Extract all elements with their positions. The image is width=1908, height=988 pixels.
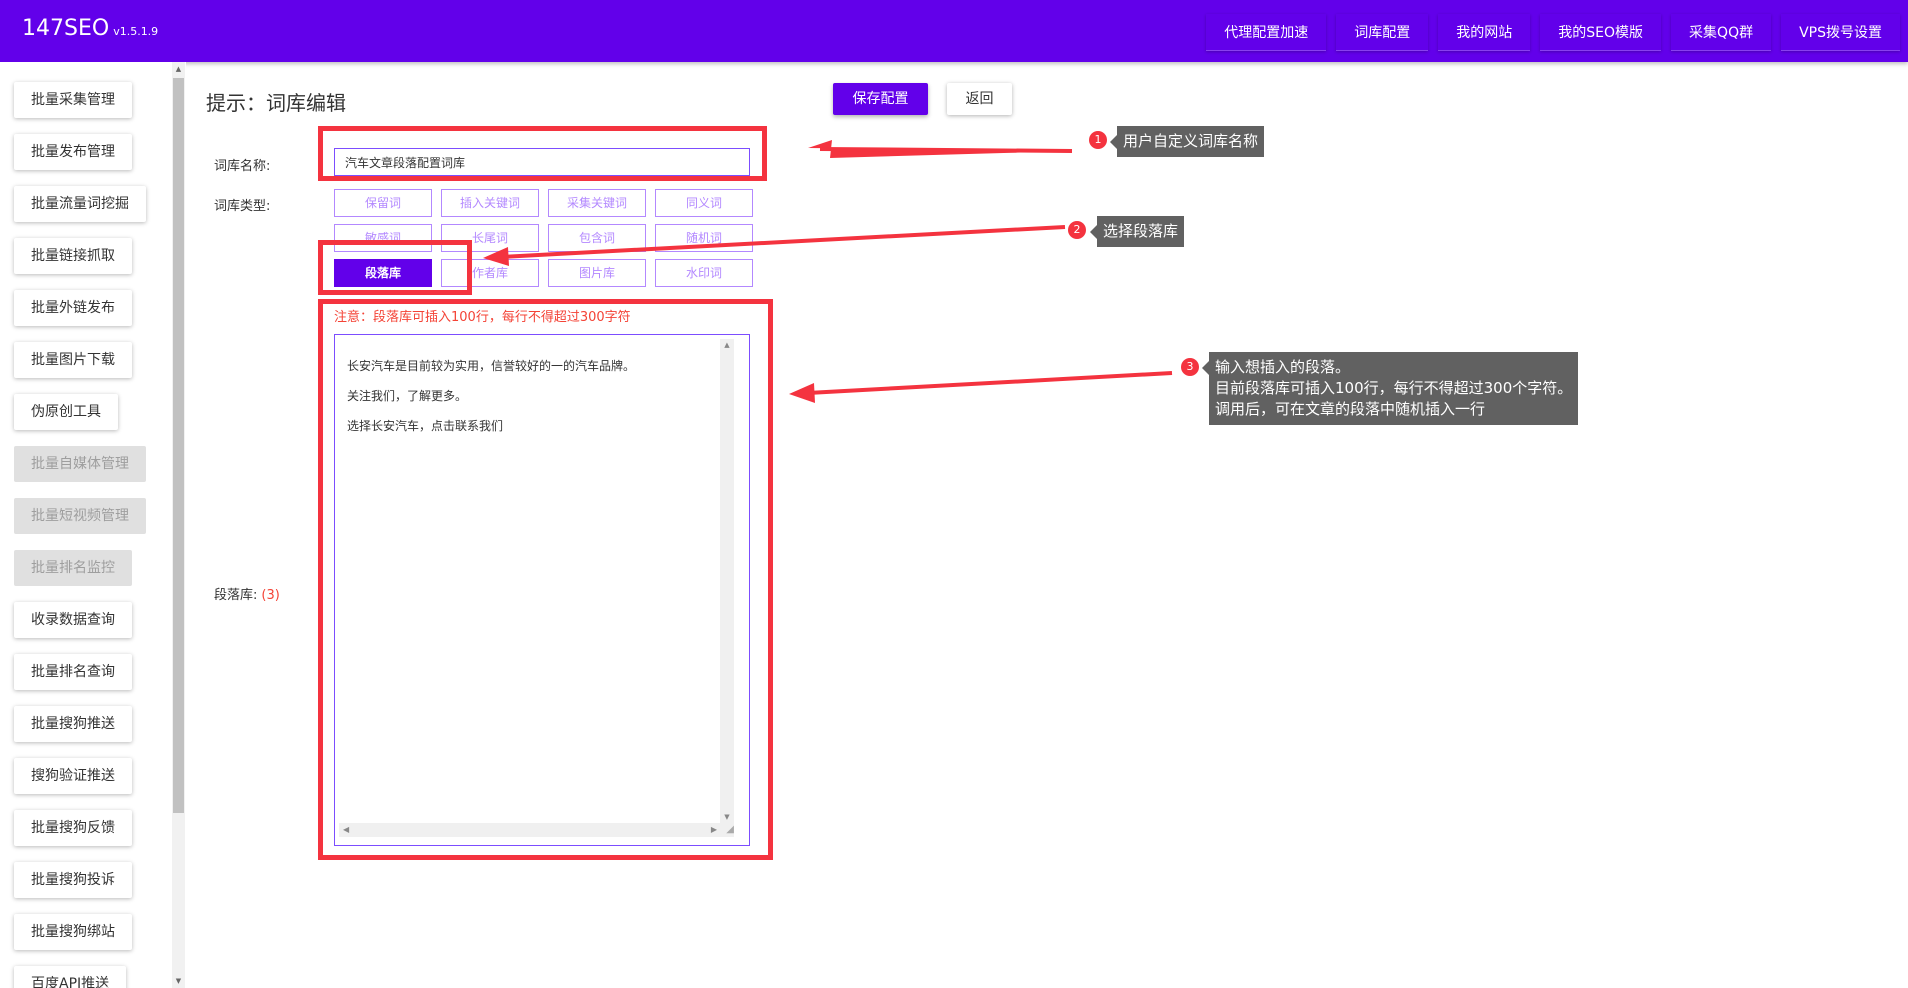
lexicon-type-label: 词库类型: (214, 199, 271, 214)
scroll-up-icon[interactable]: ▲ (172, 65, 185, 73)
sidebar-item-index-query[interactable]: 收录数据查询 (14, 602, 132, 638)
annotation-tip-2: 选择段落库 (1089, 216, 1185, 247)
tip-3-line: 目前段落库可插入100行，每行不得超过300个字符。 (1215, 379, 1573, 397)
type-image-library[interactable]: 图片库 (548, 259, 646, 287)
sidebar-item-sogou-push[interactable]: 批量搜狗推送 (14, 706, 132, 742)
brand-name: 147SEO (22, 16, 110, 41)
nav-qq-group[interactable]: 采集QQ群 (1671, 14, 1772, 51)
sidebar-item-image-download[interactable]: 批量图片下载 (14, 342, 132, 378)
top-app-bar: 147SEO v1.5.1.9 代理配置加速 词库配置 我的网站 我的SEO模版 … (0, 0, 1908, 62)
page-title: 提示：词库编辑 (206, 91, 346, 115)
arrow-to-name-input (808, 140, 1072, 158)
type-reserved-words[interactable]: 保留词 (334, 189, 432, 217)
nav-proxy-config[interactable]: 代理配置加速 (1206, 14, 1327, 51)
back-button[interactable]: 返回 (947, 83, 1012, 115)
sidebar-item-traffic-keywords[interactable]: 批量流量词挖掘 (14, 186, 146, 222)
sidebar-item-sogou-feedback[interactable]: 批量搜狗反馈 (14, 810, 132, 846)
sidebar-item-short-video: 批量短视频管理 (14, 498, 146, 534)
lexicon-name-label: 词库名称: (214, 159, 271, 174)
nav-seo-templates[interactable]: 我的SEO模版 (1540, 14, 1662, 51)
app-version: v1.5.1.9 (113, 25, 159, 38)
type-insert-keywords[interactable]: 插入关键词 (441, 189, 539, 217)
scroll-down-icon[interactable]: ▼ (172, 977, 185, 985)
annotation-badge-2: 2 (1068, 221, 1086, 239)
nav-lexicon-config[interactable]: 词库配置 (1336, 14, 1429, 51)
sidebar-item-rank-query[interactable]: 批量排名查询 (14, 654, 132, 690)
annotation-tip-3: 输入想插入的段落。 目前段落库可插入100行，每行不得超过300个字符。 调用后… (1201, 352, 1579, 425)
sidebar-item-backlink-publish[interactable]: 批量外链发布 (14, 290, 132, 326)
paragraph-count: (3) (261, 588, 280, 603)
type-collect-keywords[interactable]: 采集关键词 (548, 189, 646, 217)
save-config-button[interactable]: 保存配置 (833, 83, 928, 115)
annotation-tip-1: 用户自定义词库名称 (1109, 126, 1265, 157)
type-watermark-words[interactable]: 水印词 (655, 259, 753, 287)
type-contain-words[interactable]: 包含词 (548, 224, 646, 252)
sidebar: 批量采集管理 批量发布管理 批量流量词挖掘 批量链接抓取 批量外链发布 批量图片… (0, 62, 186, 988)
paragraph-library-label: 段落库: (3) (214, 584, 280, 603)
type-random-words[interactable]: 随机词 (655, 224, 753, 252)
sidebar-item-sogou-complaint[interactable]: 批量搜狗投诉 (14, 862, 132, 898)
sidebar-item-baidu-api-push[interactable]: 百度API推送 (14, 966, 127, 988)
annotation-badge-3: 3 (1181, 358, 1199, 376)
sidebar-item-link-crawl[interactable]: 批量链接抓取 (14, 238, 132, 274)
arrow-line-3 (807, 371, 1173, 395)
annotation-badge-1: 1 (1089, 131, 1107, 149)
type-synonyms[interactable]: 同义词 (655, 189, 753, 217)
sidebar-item-self-media: 批量自媒体管理 (14, 446, 146, 482)
arrow-line-1 (819, 147, 1073, 153)
paragraph-library-label-text: 段落库: (214, 588, 258, 603)
sidebar-item-batch-publish[interactable]: 批量发布管理 (14, 134, 132, 170)
top-nav: 代理配置加速 词库配置 我的网站 我的SEO模版 采集QQ群 VPS拨号设置 (1206, 14, 1900, 51)
tip-3-line: 输入想插入的段落。 (1215, 358, 1351, 376)
nav-my-sites[interactable]: 我的网站 (1438, 14, 1531, 51)
sidebar-item-rank-monitor: 批量排名监控 (14, 550, 132, 586)
brand-logo: 147SEO v1.5.1.9 (22, 16, 158, 41)
scrollbar-thumb[interactable] (173, 78, 184, 813)
sidebar-item-batch-collect[interactable]: 批量采集管理 (14, 82, 132, 118)
nav-vps-dial[interactable]: VPS拨号设置 (1781, 14, 1900, 51)
sidebar-scrollbar[interactable]: ▲ ▼ (172, 62, 185, 988)
sidebar-item-sogou-verify-push[interactable]: 搜狗验证推送 (14, 758, 132, 794)
arrow-head-3 (789, 383, 815, 403)
annotation-arrows (483, 140, 1173, 403)
highlight-frame-paragraphs (318, 299, 773, 860)
sidebar-item-sogou-bind-site[interactable]: 批量搜狗绑站 (14, 914, 132, 950)
highlight-frame-name (318, 126, 767, 181)
highlight-frame-type (318, 240, 472, 295)
tip-3-line: 调用后，可在文章的段落中随机插入一行 (1215, 400, 1486, 418)
sidebar-item-pseudo-original[interactable]: 伪原创工具 (14, 394, 118, 430)
